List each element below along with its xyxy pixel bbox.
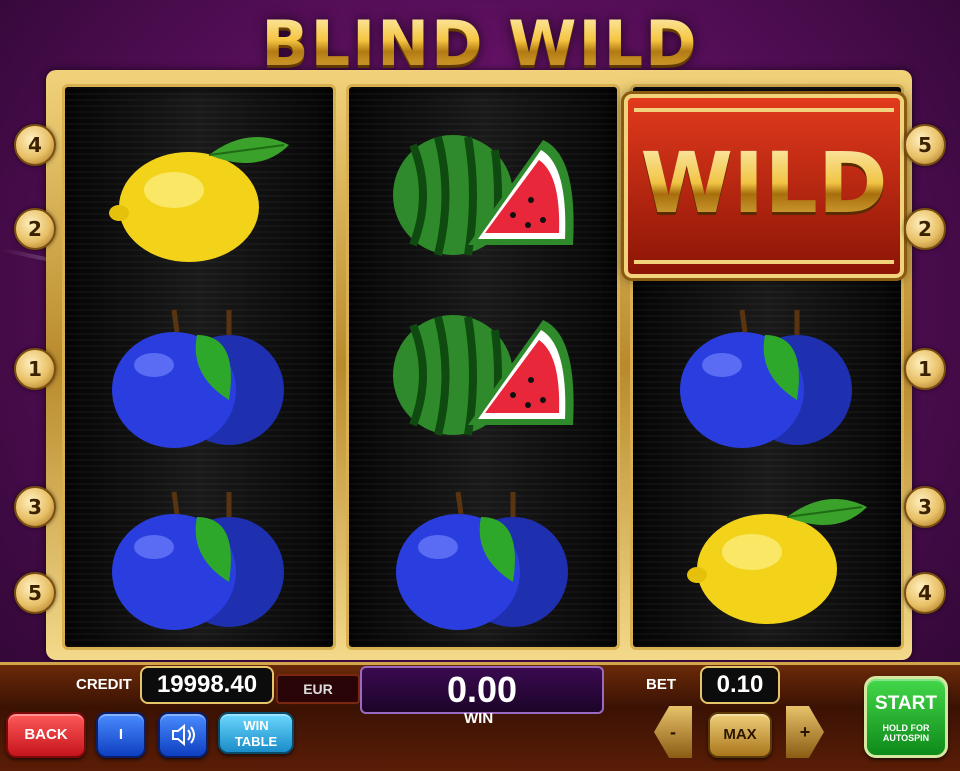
plum-symbol: [112, 491, 284, 630]
reel-1: [62, 84, 336, 650]
win-table-line1: WIN: [243, 718, 269, 733]
win-value: 0.00: [360, 666, 604, 714]
win-label: WIN: [464, 710, 494, 727]
sound-button[interactable]: [158, 712, 208, 758]
lemon-symbol: [687, 499, 867, 624]
credit-value: 19998.40: [140, 666, 274, 704]
start-label: START: [875, 693, 937, 714]
plum-symbol: [396, 491, 568, 630]
start-sub-line1: HOLD FOR: [882, 723, 930, 733]
payline-badge-left[interactable]: 3: [14, 486, 56, 528]
reel-2: [346, 84, 620, 650]
start-sub-line2: AUTOSPIN: [882, 733, 930, 743]
max-bet-button[interactable]: MAX: [708, 712, 772, 758]
wild-symbol: WILD: [624, 94, 904, 278]
watermelon-symbol: [393, 315, 574, 436]
payline-badge-left[interactable]: 4: [14, 124, 56, 166]
win-table-line2: TABLE: [234, 734, 278, 749]
payline-badge-right[interactable]: 3: [904, 486, 946, 528]
plum-symbol: [680, 309, 852, 448]
payline-badge-left[interactable]: 2: [14, 208, 56, 250]
win-table-button[interactable]: WIN TABLE: [218, 712, 294, 754]
currency-label: EUR: [276, 674, 360, 704]
payline-badge-right[interactable]: 1: [904, 348, 946, 390]
payline-badge-right[interactable]: 2: [904, 208, 946, 250]
wild-label: WILD: [628, 128, 900, 238]
payline-badge-left[interactable]: 1: [14, 348, 56, 390]
credit-label: CREDIT: [76, 676, 132, 693]
payline-badge-right[interactable]: 4: [904, 572, 946, 614]
lemon-symbol: [109, 137, 289, 262]
plum-symbol: [112, 309, 284, 448]
payline-badge-left[interactable]: 5: [14, 572, 56, 614]
info-button[interactable]: I: [96, 712, 146, 758]
speaker-icon: [172, 723, 195, 747]
start-button[interactable]: START HOLD FOR AUTOSPIN: [864, 676, 948, 758]
payline-badge-right[interactable]: 5: [904, 124, 946, 166]
back-button[interactable]: BACK: [6, 712, 86, 758]
watermelon-symbol: [393, 135, 574, 256]
bet-label: BET: [646, 676, 676, 693]
bet-value: 0.10: [700, 666, 780, 704]
